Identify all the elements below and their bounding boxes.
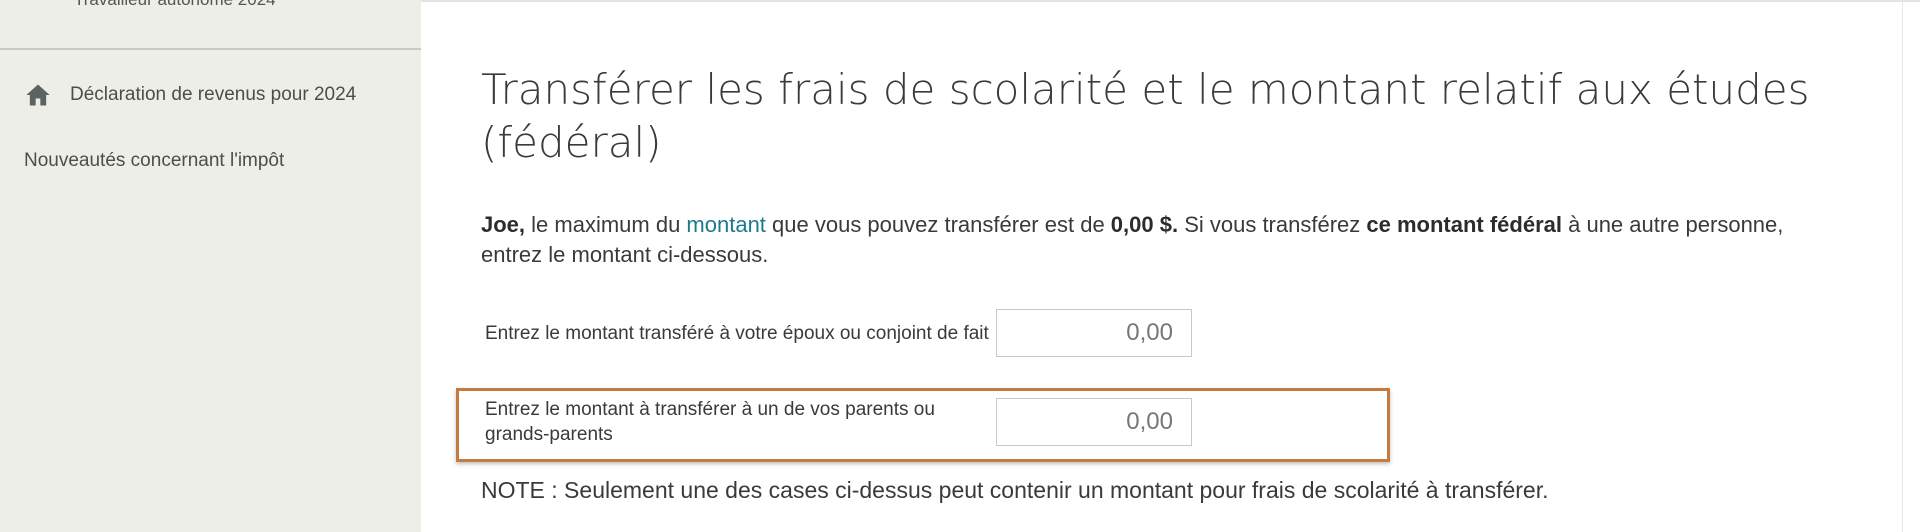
- page-title: Transférer les frais de scolarité et le …: [481, 65, 1810, 167]
- parent-transfer-input[interactable]: [996, 398, 1192, 446]
- max-amount: 0,00 $.: [1110, 212, 1179, 237]
- sidebar: Travailleur autonome 2024 Déclaration de…: [0, 0, 421, 532]
- sidebar-item-label: Déclaration de revenus pour 2024: [70, 84, 357, 105]
- sidebar-item-self-employed[interactable]: Travailleur autonome 2024: [74, 0, 276, 10]
- sidebar-item-tax-return[interactable]: Déclaration de revenus pour 2024: [24, 80, 356, 110]
- intro-part-2: que vous pouvez transférer est de: [765, 212, 1111, 237]
- note-text: NOTE : Seulement une des cases ci-dessus…: [481, 477, 1549, 503]
- intro-text: Joe, le maximum du montant que vous pouv…: [481, 210, 1821, 270]
- spouse-transfer-input[interactable]: [996, 309, 1192, 357]
- intro-part-3: Si vous transférez: [1178, 212, 1367, 237]
- user-name: Joe,: [481, 212, 526, 237]
- spouse-transfer-row: Entrez le montant transféré à votre épou…: [481, 309, 1192, 357]
- montant-link[interactable]: montant: [686, 212, 766, 237]
- sidebar-divider: [0, 48, 421, 50]
- parent-transfer-label: Entrez le montant à transférer à un de v…: [485, 399, 935, 445]
- intro-part-1: le maximum du: [525, 212, 687, 237]
- parent-transfer-row: Entrez le montant à transférer à un de v…: [481, 397, 1192, 447]
- spouse-transfer-label: Entrez le montant transféré à votre épou…: [485, 322, 989, 344]
- federal-amount-phrase: ce montant fédéral: [1366, 212, 1562, 237]
- main-content: Transférer les frais de scolarité et le …: [481, 0, 1861, 532]
- sidebar-item-tax-news[interactable]: Nouveautés concernant l'impôt: [24, 148, 284, 174]
- sidebar-item-label: Nouveautés concernant l'impôt: [24, 150, 285, 171]
- home-icon: [24, 81, 52, 109]
- right-divider: [1902, 0, 1903, 532]
